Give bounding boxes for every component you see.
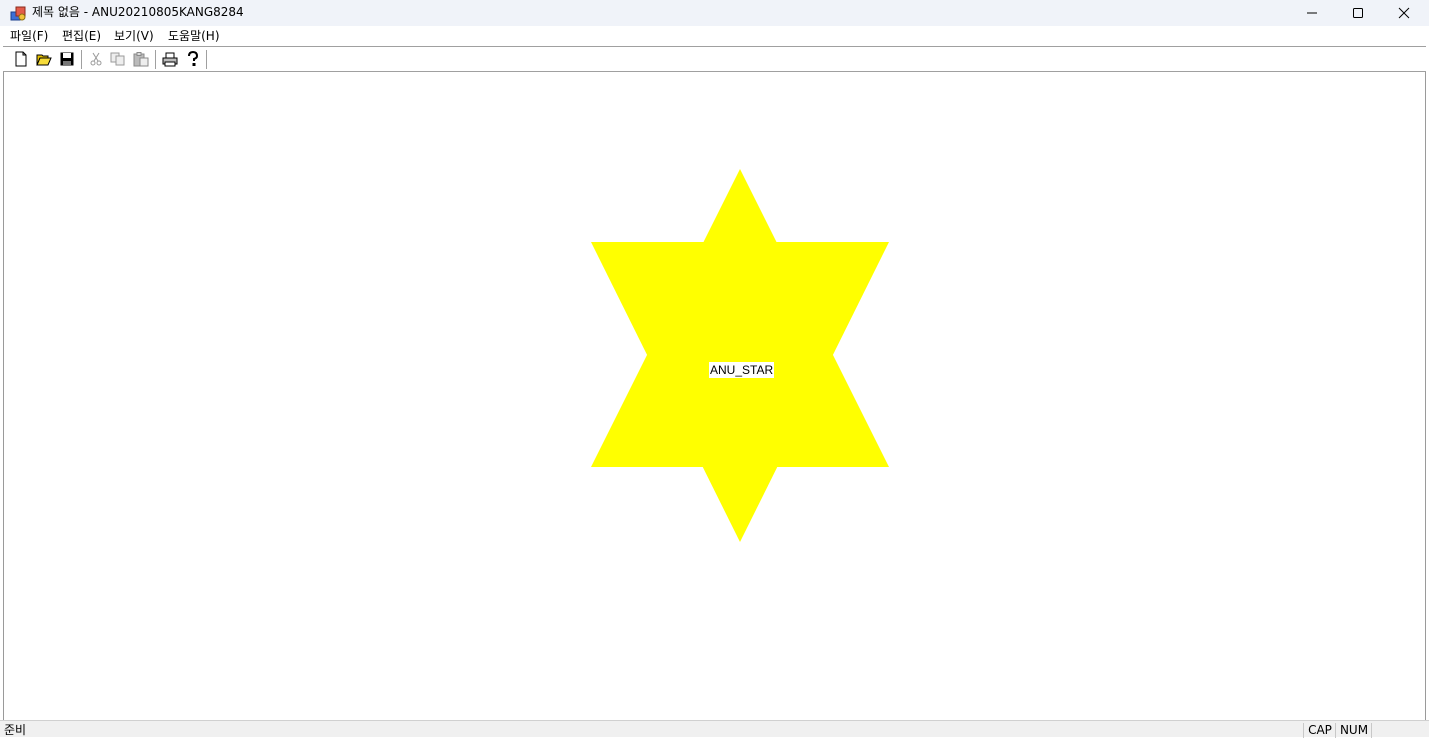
copy-icon — [110, 52, 125, 66]
save-icon — [60, 52, 74, 66]
open-button[interactable] — [35, 50, 53, 68]
menu-view[interactable]: 보기(V) — [114, 26, 154, 46]
toolbar-separator — [81, 50, 82, 69]
minimize-icon — [1307, 12, 1317, 13]
window-title: 제목 없음 - ANU20210805KANG8284 — [32, 5, 244, 19]
copy-button[interactable] — [109, 50, 127, 68]
status-text: 준비 — [4, 723, 27, 737]
star-label: ANU_STAR — [709, 362, 775, 378]
maximize-button[interactable] — [1335, 0, 1381, 25]
menu-edit[interactable]: 편집(E) — [62, 26, 101, 46]
status-bar: 준비 CAP NUM — [0, 720, 1429, 738]
print-icon — [162, 52, 178, 66]
cut-icon — [90, 52, 102, 66]
drawing-surface — [591, 169, 889, 542]
minimize-button[interactable] — [1289, 0, 1335, 25]
maximize-icon — [1353, 7, 1363, 18]
save-button[interactable] — [58, 50, 76, 68]
menu-file[interactable]: 파일(F) — [10, 26, 48, 46]
menu-help[interactable]: 도움말(H) — [168, 26, 220, 46]
toolbar — [3, 46, 1426, 72]
cut-button[interactable] — [87, 50, 105, 68]
num-lock-indicator: NUM — [1335, 723, 1372, 738]
menu-bar: 파일(F) 편집(E) 보기(V) 도움말(H) — [0, 26, 1429, 46]
help-button[interactable] — [184, 50, 202, 68]
close-icon — [1398, 7, 1410, 18]
paste-button[interactable] — [132, 50, 150, 68]
open-icon — [36, 54, 52, 66]
print-button[interactable] — [161, 50, 179, 68]
app-icon[interactable] — [10, 4, 28, 22]
caps-lock-indicator: CAP — [1303, 723, 1336, 738]
close-button[interactable] — [1381, 0, 1427, 25]
title-bar: 제목 없음 - ANU20210805KANG8284 — [0, 0, 1429, 26]
scroll-lock-indicator — [1371, 723, 1412, 738]
new-icon — [15, 51, 27, 67]
paste-icon — [133, 51, 149, 66]
help-icon — [188, 51, 199, 66]
toolbar-separator — [155, 50, 156, 69]
new-button[interactable] — [12, 50, 30, 68]
document-canvas[interactable]: ANU_STAR — [3, 72, 1426, 720]
toolbar-separator — [206, 50, 207, 69]
